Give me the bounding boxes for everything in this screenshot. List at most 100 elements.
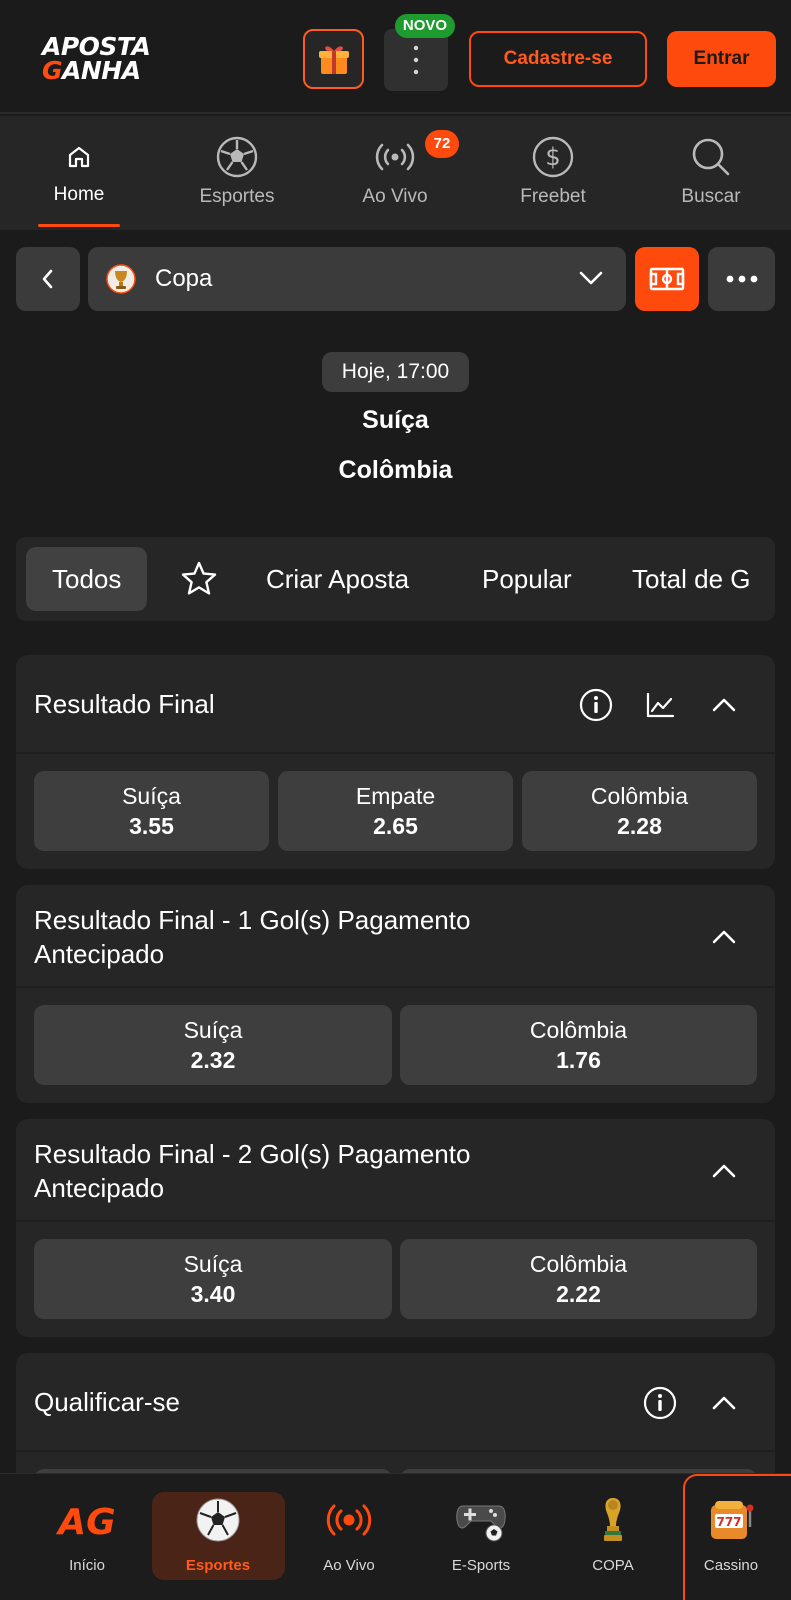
collapse-button[interactable] <box>704 917 744 957</box>
bottom-nav-e-sports[interactable]: E-Sports <box>416 1474 546 1600</box>
odd-selection: Suíça <box>183 1017 243 1043</box>
odd-selection: Colômbia <box>590 783 689 809</box>
odd-price: 3.40 <box>190 1281 236 1307</box>
market-title: Resultado Final <box>34 689 215 719</box>
bottom-nav-inicio[interactable]: AG Início <box>22 1474 152 1600</box>
copa-trophy-icon <box>106 264 136 294</box>
tab-favorites[interactable] <box>180 560 218 598</box>
logo-line-2-rest: ANHA <box>62 56 141 85</box>
gamepad-icon <box>456 1505 506 1542</box>
chevron-up-icon <box>712 698 736 712</box>
bottom-nav-label: E-Sports <box>451 1557 511 1574</box>
odd-button-home[interactable]: Suíça 2.32 <box>34 1005 392 1085</box>
odd-button-away[interactable]: Colômbia 2.22 <box>400 1239 757 1319</box>
competition-name: Copa <box>155 265 213 292</box>
collapse-button[interactable] <box>704 1151 744 1191</box>
vertical-dots-icon <box>413 45 419 75</box>
bottom-nav-label: Cassino <box>703 1557 759 1574</box>
market-header[interactable]: Qualificar-se <box>16 1353 775 1452</box>
nav-label-home: Home <box>53 184 105 205</box>
back-button[interactable] <box>16 247 80 311</box>
odd-selection: Colômbia <box>529 1017 628 1043</box>
aposta-ganha-logo[interactable]: APOSTA GANHA <box>38 34 198 84</box>
info-button[interactable] <box>640 1383 680 1423</box>
tab-todos[interactable]: Todos <box>26 547 148 611</box>
market-title-line-1: Resultado Final - 1 Gol(s) Pagamento <box>34 905 471 935</box>
odd-button-home[interactable]: Suíça 3.55 <box>34 771 269 851</box>
odd-selection: Suíça <box>183 1251 243 1277</box>
nav-label-esportes: Esportes <box>199 186 275 207</box>
bottom-nav-esportes[interactable]: Esportes <box>153 1474 283 1600</box>
chevron-down-icon <box>579 271 603 285</box>
search-icon <box>692 138 730 176</box>
novo-badge: NOVO <box>395 14 455 38</box>
tab-total-de-gols[interactable]: Total de G <box>632 547 751 611</box>
bottom-nav-ao-vivo[interactable]: Ao Vivo <box>284 1474 414 1600</box>
horizontal-dots-icon <box>726 275 757 283</box>
bottom-nav-copa[interactable]: COPA <box>548 1474 678 1600</box>
market-title: Resultado Final - 1 Gol(s) Pagamento Ant… <box>34 903 470 971</box>
match-time: Hoje, 17:00 <box>322 352 469 392</box>
tab-popular[interactable]: Popular <box>482 547 572 611</box>
odd-price: 1.76 <box>556 1047 601 1073</box>
tab-criar-aposta[interactable]: Criar Aposta <box>266 547 409 611</box>
login-button[interactable]: Entrar <box>667 31 776 87</box>
home-icon <box>68 146 90 168</box>
info-button[interactable] <box>576 685 616 725</box>
nav-item-freebet[interactable]: $ Freebet <box>474 116 632 230</box>
nav-label-buscar: Buscar <box>681 186 741 207</box>
stats-button[interactable] <box>640 685 680 725</box>
nav-item-esportes[interactable]: Esportes <box>158 116 316 230</box>
soccer-ball-icon <box>196 1498 240 1542</box>
odd-price: 2.65 <box>373 813 418 839</box>
options-button[interactable] <box>708 247 775 311</box>
main-nav: Home Esportes Ao Vivo 72 $ Freebet Busca… <box>0 116 791 230</box>
svg-text:AG: AG <box>55 1502 115 1538</box>
home-team-name: Suíça <box>362 406 429 434</box>
odd-button-draw[interactable]: Empate 2.65 <box>278 771 513 851</box>
bottom-nav: AG Início Esportes Ao Vivo E-Sports COPA… <box>0 1473 791 1600</box>
info-icon <box>643 1386 677 1420</box>
bottom-nav-cassino[interactable]: 777 Cassino <box>666 1474 791 1600</box>
odd-selection: Suíça <box>122 783 181 809</box>
svg-text:777: 777 <box>716 1515 741 1529</box>
chevron-up-icon <box>712 1164 736 1178</box>
signup-button[interactable]: Cadastre-se <box>469 31 647 87</box>
live-broadcast-icon <box>375 143 415 171</box>
market-title: Resultado Final - 2 Gol(s) Pagamento Ant… <box>34 1137 470 1205</box>
gift-button[interactable] <box>303 29 364 89</box>
nav-item-home[interactable]: Home <box>0 116 158 230</box>
market-card-resultado-2-gol: Resultado Final - 2 Gol(s) Pagamento Ant… <box>16 1119 775 1337</box>
live-broadcast-icon <box>326 1504 372 1536</box>
field-view-button[interactable] <box>635 247 699 311</box>
svg-text:$: $ <box>545 143 560 171</box>
odd-selection: Empate <box>355 783 436 809</box>
market-header[interactable]: Resultado Final - 1 Gol(s) Pagamento Ant… <box>16 885 775 988</box>
odd-price: 2.32 <box>190 1047 236 1073</box>
active-tab-indicator <box>38 224 120 227</box>
odd-price: 2.22 <box>556 1281 601 1307</box>
market-header[interactable]: Resultado Final <box>16 655 775 754</box>
odd-price: 3.55 <box>129 813 174 839</box>
chevron-up-icon <box>712 1396 736 1410</box>
odd-button-away[interactable]: Colômbia 2.28 <box>522 771 757 851</box>
collapse-button[interactable] <box>704 685 744 725</box>
nav-item-buscar[interactable]: Buscar <box>632 116 790 230</box>
ag-logo-icon: AG <box>55 1502 115 1538</box>
competition-select[interactable]: Copa <box>88 247 626 311</box>
collapse-button[interactable] <box>704 1383 744 1423</box>
star-icon <box>181 561 217 595</box>
info-icon <box>579 688 613 722</box>
odd-button-away[interactable]: Colômbia 1.76 <box>400 1005 757 1085</box>
market-header[interactable]: Resultado Final - 2 Gol(s) Pagamento Ant… <box>16 1119 775 1222</box>
more-menu-button[interactable] <box>384 29 448 91</box>
gift-icon <box>318 46 349 74</box>
market-tabs: Todos Criar Aposta Popular Total de G <box>16 537 775 621</box>
nav-label-freebet: Freebet <box>520 186 586 207</box>
bottom-nav-label: Início <box>69 1557 105 1574</box>
chevron-up-icon <box>712 930 736 944</box>
odd-button-home[interactable]: Suíça 3.40 <box>34 1239 392 1319</box>
bottom-nav-label: COPA <box>592 1557 634 1574</box>
dollar-coin-icon: $ <box>532 136 574 178</box>
market-title-line-1: Resultado Final - 2 Gol(s) Pagamento <box>34 1139 471 1169</box>
